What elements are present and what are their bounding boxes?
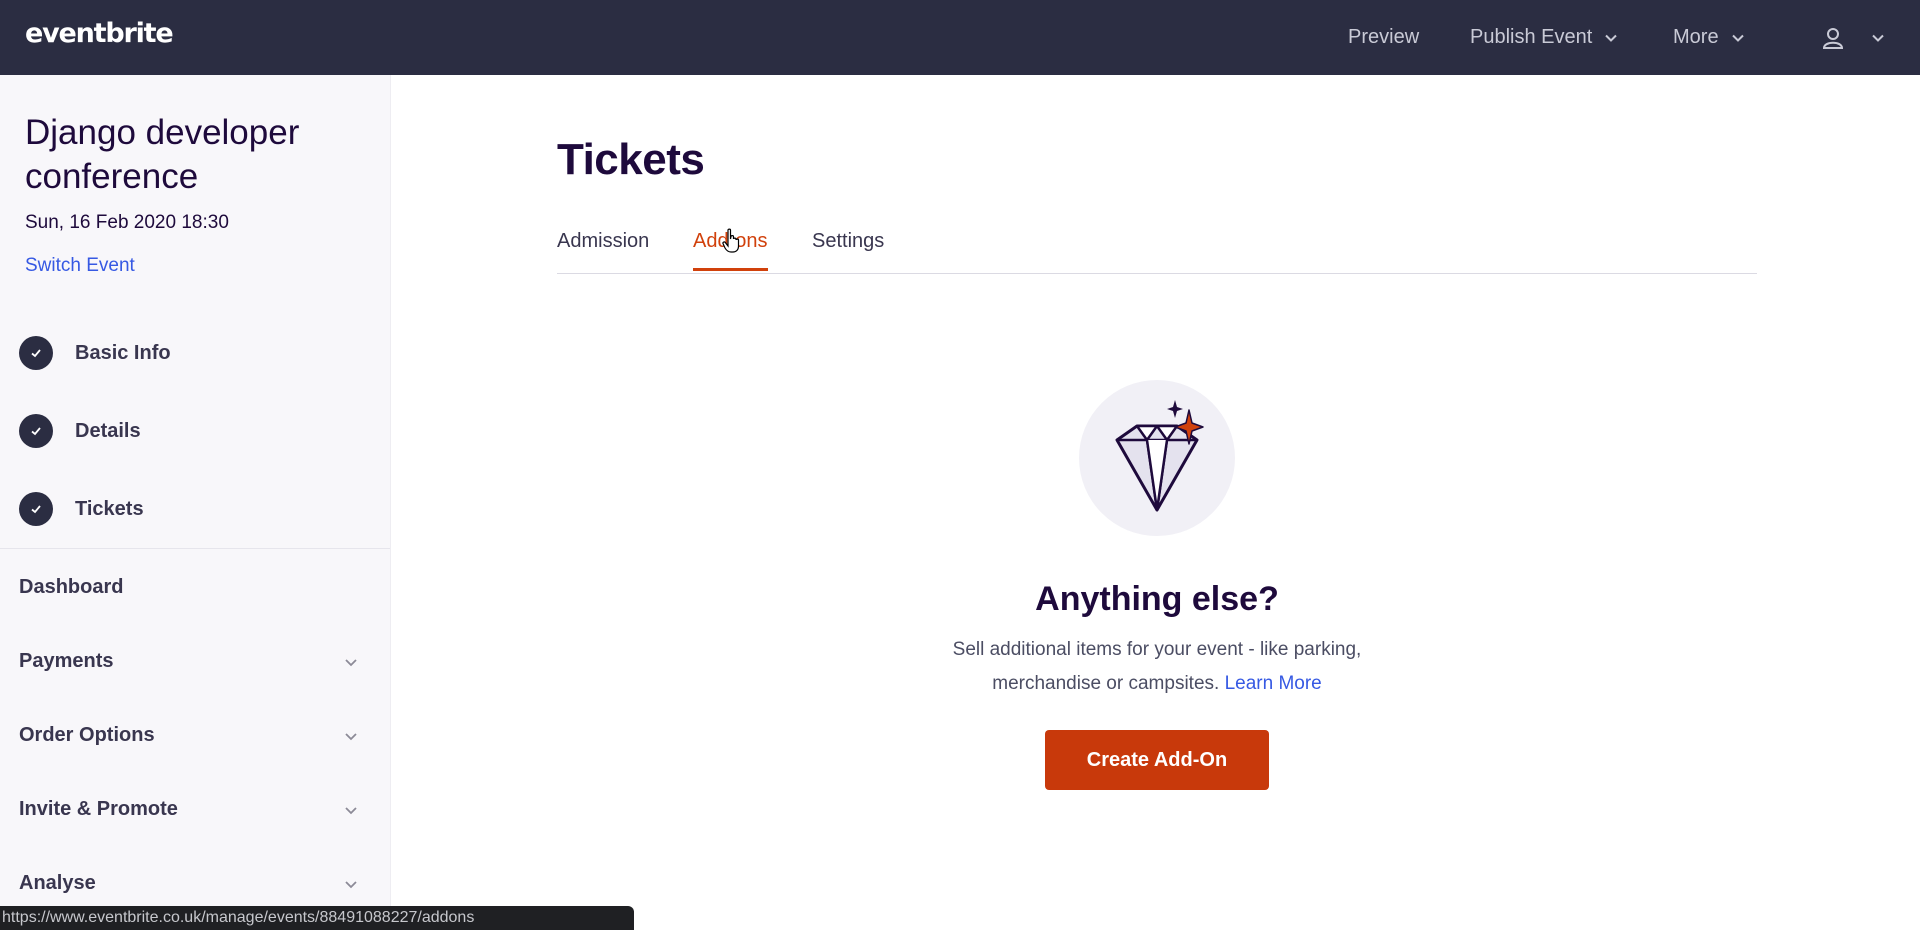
top-bar: eventbrite Preview Publish Event More: [0, 0, 1920, 75]
sidebar-item-label: Invite & Promote: [19, 798, 178, 820]
more-menu[interactable]: More: [1673, 0, 1745, 75]
status-bar-url: https://www.eventbrite.co.uk/manage/even…: [0, 906, 634, 930]
sidebar: Django developer conference Sun, 16 Feb …: [0, 75, 391, 930]
chevron-down-icon: [1605, 34, 1618, 42]
account-menu[interactable]: [1821, 0, 1885, 75]
step-label: Details: [75, 419, 141, 442]
step-label: Basic Info: [75, 341, 171, 364]
sidebar-item-label: Order Options: [19, 724, 155, 746]
chevron-down-icon: [1872, 34, 1884, 42]
preview-label: Preview: [1348, 26, 1420, 48]
tab-admission[interactable]: Admission: [557, 230, 649, 253]
diamond-icon: [1079, 380, 1235, 536]
page-title: Tickets: [557, 135, 705, 184]
check-icon: [19, 336, 53, 370]
sidebar-divider: [0, 548, 390, 549]
eventbrite-logo[interactable]: eventbrite: [25, 18, 174, 49]
sidebar-item-label: Analyse: [19, 872, 96, 894]
check-icon: [19, 492, 53, 526]
active-tab-indicator: [693, 268, 768, 271]
hand-cursor-icon: [722, 228, 740, 253]
step-details[interactable]: Details: [19, 414, 141, 448]
sidebar-item-label: Payments: [19, 650, 114, 672]
publish-event-label: Publish Event: [1470, 26, 1593, 48]
event-title: Django developer conference: [25, 113, 300, 196]
sidebar-item-order-options[interactable]: Order Options: [19, 724, 359, 747]
user-icon: [1822, 27, 1844, 49]
sidebar-item-payments[interactable]: Payments: [19, 650, 359, 673]
empty-state-heading: Anything else?: [1035, 580, 1279, 618]
step-label: Tickets: [75, 497, 144, 520]
chevron-down-icon: [1731, 34, 1744, 42]
event-date: Sun, 16 Feb 2020 18:30: [25, 212, 229, 233]
chevron-down-icon: [345, 658, 357, 666]
chevron-down-icon: [345, 732, 357, 740]
sidebar-item-label: Dashboard: [19, 576, 124, 598]
sidebar-item-analyse[interactable]: Analyse: [19, 872, 359, 895]
step-tickets[interactable]: Tickets: [19, 492, 144, 526]
empty-state-description: Sell additional items for your event - l…: [907, 633, 1407, 701]
preview-button[interactable]: Preview: [1348, 0, 1419, 75]
chevron-down-icon: [345, 880, 357, 888]
more-label: More: [1673, 26, 1719, 48]
check-icon: [19, 414, 53, 448]
chevron-down-icon: [345, 806, 357, 814]
tab-settings[interactable]: Settings: [812, 230, 884, 253]
step-basic-info[interactable]: Basic Info: [19, 336, 171, 370]
sidebar-item-dashboard[interactable]: Dashboard: [19, 576, 359, 599]
create-add-on-button[interactable]: Create Add-On: [1045, 730, 1269, 790]
publish-event-menu[interactable]: Publish Event: [1470, 0, 1618, 75]
sidebar-item-invite-promote[interactable]: Invite & Promote: [19, 798, 359, 821]
switch-event-link[interactable]: Switch Event: [25, 255, 135, 277]
learn-more-link[interactable]: Learn More: [1225, 673, 1322, 694]
